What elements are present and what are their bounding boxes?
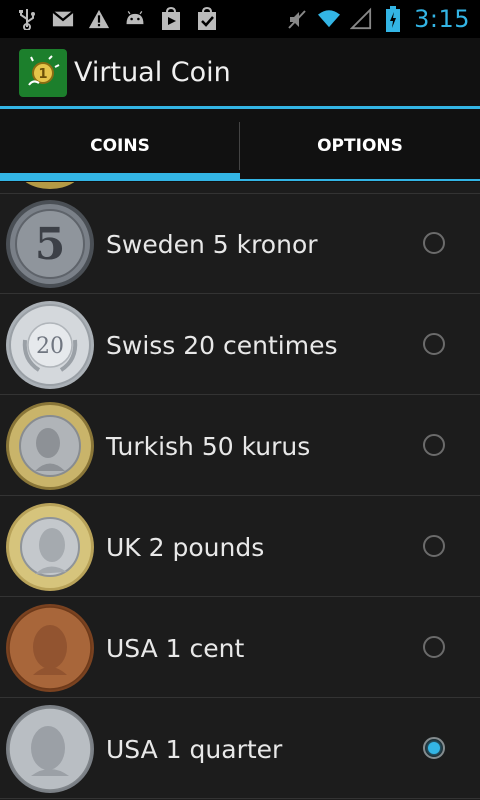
android-icon [124,8,146,30]
usb-icon [16,8,38,30]
turkish-50-kurus-coin-icon [6,402,94,490]
tab-options[interactable]: OPTIONS [240,109,480,182]
coin-icon [18,182,82,189]
tab-bar: COINS OPTIONS [0,109,480,182]
battery-charging-icon [382,6,404,32]
play-store-icon [160,7,182,30]
notification-icons [0,0,218,38]
radio-button-selected[interactable] [423,737,445,759]
tab-selected-indicator [0,173,240,181]
radio-selected-dot [428,742,440,754]
coin-label: Swiss 20 centimes [106,330,338,360]
usa-1-cent-coin-icon [6,604,94,692]
virtual-coin-app-icon[interactable]: 1 [19,48,67,97]
svg-text:1: 1 [38,67,47,82]
tab-coins[interactable]: COINS [0,109,240,182]
radio-button[interactable] [423,333,445,355]
list-item[interactable]: UK 2 pounds [0,497,480,597]
warning-icon [88,8,110,30]
app-title: Virtual Coin [74,57,231,88]
action-bar: 1 Virtual Coin [0,38,480,107]
wifi-icon [318,8,341,30]
coin-label: USA 1 cent [106,633,245,663]
uk-2-pounds-coin-icon [6,503,94,591]
gmail-icon [52,8,74,30]
coin-label: Turkish 50 kurus [106,431,311,461]
radio-button[interactable] [423,434,445,456]
system-icons: 3:15 [286,0,470,38]
svg-text:5: 5 [35,219,66,270]
coin-label: UK 2 pounds [106,532,265,562]
coin-label: USA 1 quarter [106,734,283,764]
swiss-20-centimes-coin-icon: 20 [6,301,94,389]
status-bar: 3:15 [0,0,480,38]
list-item-partial [0,182,480,194]
list-item[interactable]: USA 1 cent [0,598,480,698]
list-item[interactable]: USA 1 quarter [0,699,480,799]
radio-button[interactable] [423,636,445,658]
svg-text:20: 20 [36,334,64,359]
download-check-icon [196,7,218,30]
radio-button[interactable] [423,232,445,254]
clock: 3:15 [414,5,470,33]
sweden-5-kronor-coin-icon: 5 [6,200,94,288]
radio-button[interactable] [423,535,445,557]
tab-coins-label: COINS [90,135,150,156]
tab-divider [239,122,240,170]
mute-icon [286,8,308,30]
coin-list[interactable]: 5 Sweden 5 kronor 20 Swiss 20 centimes T… [0,182,480,800]
usa-1-quarter-coin-icon [6,705,94,793]
signal-icon [350,7,372,30]
list-item[interactable]: 20 Swiss 20 centimes [0,295,480,395]
list-item[interactable]: 5 Sweden 5 kronor [0,194,480,294]
tab-options-label: OPTIONS [317,135,403,156]
tab-underline [240,179,480,181]
coin-label: Sweden 5 kronor [106,229,318,259]
list-item[interactable]: Turkish 50 kurus [0,396,480,496]
